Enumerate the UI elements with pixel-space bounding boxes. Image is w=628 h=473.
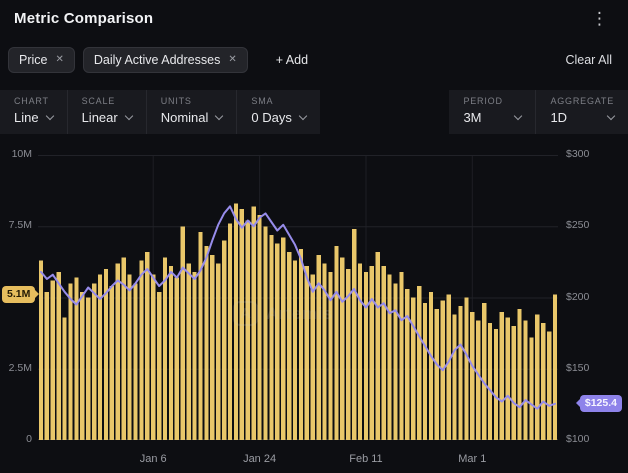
- chip-price-label: Price: [19, 53, 47, 67]
- chip-daily-active-addresses[interactable]: Daily Active Addresses ✕: [83, 47, 248, 73]
- x-axis-tick: Mar 1: [458, 453, 486, 465]
- x-axis-tick: Jan 6: [140, 453, 167, 465]
- close-icon[interactable]: ✕: [55, 55, 63, 65]
- chart-type-value: Line: [14, 110, 39, 125]
- units-value: Nominal: [161, 110, 209, 125]
- sma-dropdown[interactable]: 0 Days: [251, 110, 305, 125]
- x-axis-tick: Feb 11: [349, 453, 382, 465]
- metric-chips-row: Price ✕ Daily Active Addresses ✕ + Add C…: [8, 46, 620, 74]
- control-scale-label: SCALE: [82, 96, 132, 106]
- sma-value: 0 Days: [251, 110, 291, 125]
- control-period-label: PERIOD: [463, 96, 521, 106]
- clear-all-button[interactable]: Clear All: [557, 49, 620, 71]
- x-axis-tick: Jan 24: [243, 453, 276, 465]
- chart-area: A Artemis 5.1M $125.4 10M 7.5M 2.5M 0 $300 $2…: [0, 150, 628, 473]
- y-axis-right-tick: $250: [566, 219, 589, 231]
- chip-daa-label: Daily Active Addresses: [94, 53, 220, 67]
- y-axis-left-tick: 7.5M: [0, 219, 32, 231]
- chevron-down-icon: [299, 112, 307, 120]
- y-axis-left-tick: 0: [0, 433, 32, 445]
- chevron-down-icon: [607, 112, 615, 120]
- panel-header: Metric Comparison ⋮: [0, 0, 628, 36]
- chip-price[interactable]: Price ✕: [8, 47, 75, 73]
- period-value: 3M: [463, 110, 481, 125]
- close-icon[interactable]: ✕: [228, 55, 236, 65]
- control-aggregate-label: AGGREGATE: [550, 96, 614, 106]
- aggregate-dropdown[interactable]: 1D: [550, 110, 614, 125]
- controls-right-group: PERIOD 3M AGGREGATE 1D: [449, 90, 628, 134]
- chart-type-dropdown[interactable]: Line: [14, 110, 53, 125]
- units-dropdown[interactable]: Nominal: [161, 110, 223, 125]
- control-scale: SCALE Linear: [67, 90, 146, 134]
- control-sma: SMA 0 Days: [236, 90, 319, 134]
- period-dropdown[interactable]: 3M: [463, 110, 521, 125]
- chart-controls-bar: CHART Line SCALE Linear UNITS Nominal SM…: [0, 90, 628, 134]
- metric-comparison-panel: Metric Comparison ⋮ Price ✕ Daily Active…: [0, 0, 628, 473]
- control-chart-label: CHART: [14, 96, 53, 106]
- chevron-down-icon: [45, 112, 53, 120]
- control-period: PERIOD 3M: [449, 90, 535, 134]
- current-value-badge-addresses: 5.1M: [2, 286, 35, 303]
- control-units: UNITS Nominal: [146, 90, 237, 134]
- y-axis-right-tick: $200: [566, 291, 589, 303]
- control-aggregate: AGGREGATE 1D: [535, 90, 628, 134]
- y-axis-left-tick: 2.5M: [0, 362, 32, 374]
- chevron-down-icon: [215, 112, 223, 120]
- y-axis-right-tick: $100: [566, 433, 589, 445]
- y-axis-right-tick: $150: [566, 362, 589, 374]
- control-units-label: UNITS: [161, 96, 223, 106]
- chevron-down-icon: [514, 112, 522, 120]
- add-metric-button[interactable]: + Add: [270, 49, 314, 71]
- control-chart: CHART Line: [0, 90, 67, 134]
- kebab-menu-icon[interactable]: ⋮: [585, 8, 614, 29]
- current-value-badge-price: $125.4: [580, 395, 622, 412]
- y-axis-right-tick: $300: [566, 148, 589, 160]
- control-sma-label: SMA: [251, 96, 305, 106]
- chart-plot[interactable]: A Artemis: [38, 155, 558, 440]
- controls-left-group: CHART Line SCALE Linear UNITS Nominal SM…: [0, 90, 320, 134]
- scale-dropdown[interactable]: Linear: [82, 110, 132, 125]
- scale-value: Linear: [82, 110, 118, 125]
- aggregate-value: 1D: [550, 110, 567, 125]
- chart-canvas[interactable]: [38, 155, 558, 440]
- chevron-down-icon: [124, 112, 132, 120]
- y-axis-left-tick: 10M: [0, 148, 32, 160]
- page-title: Metric Comparison: [14, 10, 153, 27]
